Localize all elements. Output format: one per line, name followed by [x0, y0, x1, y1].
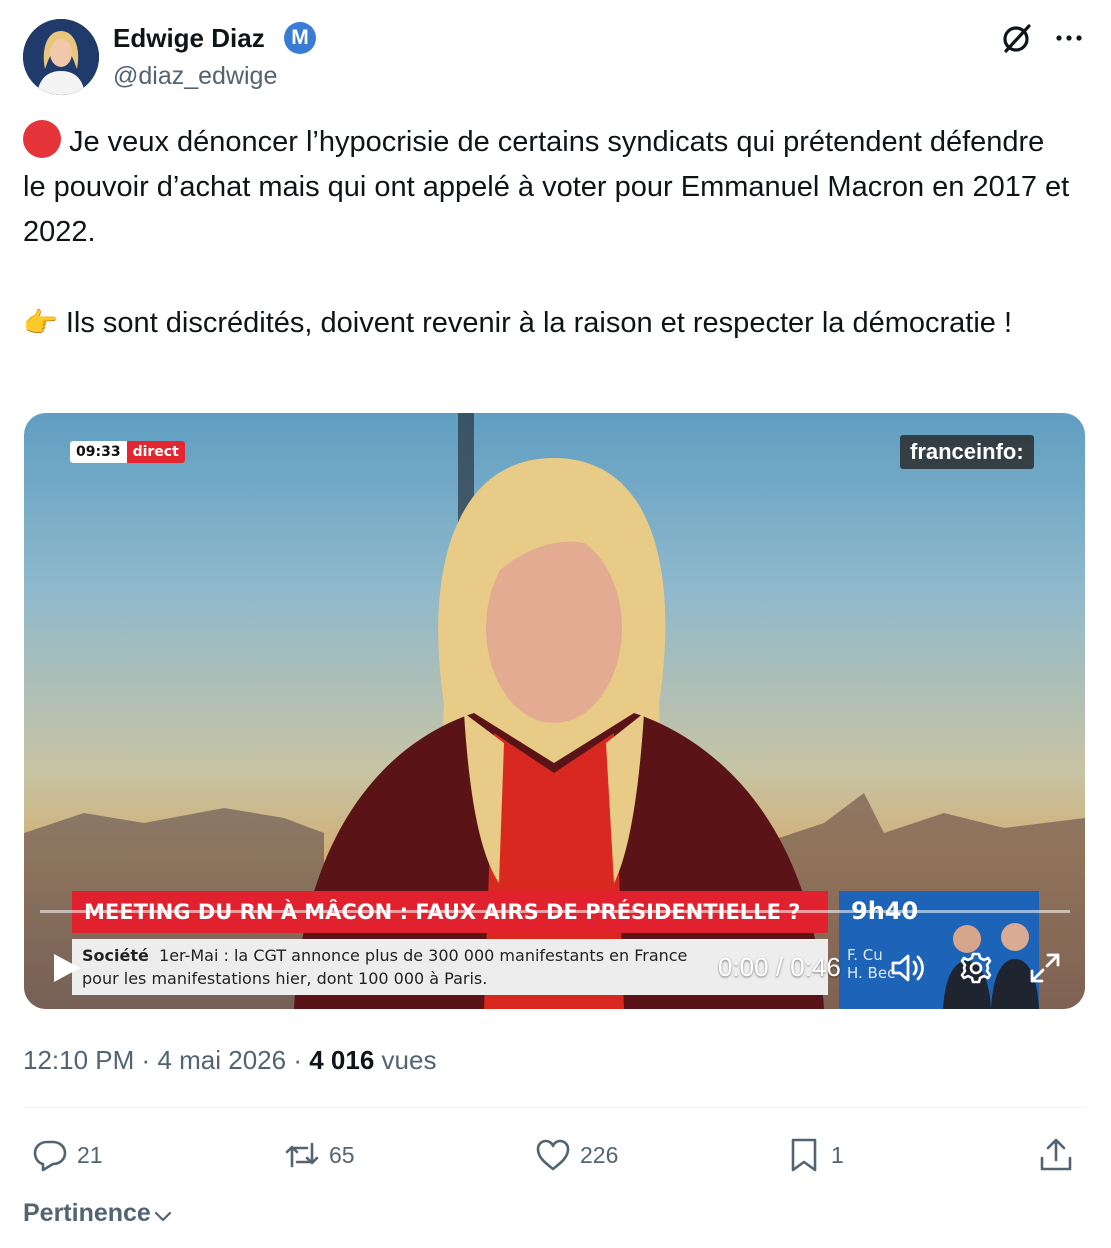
chevron-down-icon	[154, 1211, 171, 1222]
live-label: direct	[126, 441, 185, 463]
tweet-paragraph-1: Je veux dénoncer l’hypocrisie de certain…	[23, 120, 1073, 255]
author-handle[interactable]: @diaz_edwige	[113, 60, 277, 92]
settings-gear-icon[interactable]	[958, 950, 994, 986]
bookmark-count: 1	[831, 1141, 844, 1168]
presenters-names: F. Cu H. Bec	[847, 946, 895, 982]
views-label: vues	[381, 1045, 437, 1075]
channel-logo: franceinfo:	[900, 435, 1034, 469]
like-count: 226	[580, 1141, 619, 1168]
ticker-category: Société	[82, 946, 149, 965]
author-name[interactable]: Edwige Diaz	[113, 22, 265, 54]
bookmark-button[interactable]: 1	[785, 1135, 844, 1175]
avatar[interactable]	[23, 19, 99, 95]
reply-count: 21	[77, 1141, 103, 1168]
program-box: 9h40 F. Cu H. Bec	[839, 891, 1039, 1009]
video-timecode: 0:00 / 0:46	[718, 952, 841, 982]
repost-icon	[285, 1142, 319, 1168]
video-ticker: Société 1er-Mai : la CGT annonce plus de…	[72, 939, 828, 995]
fullscreen-icon[interactable]	[1028, 951, 1062, 985]
heart-icon	[536, 1139, 570, 1171]
divider	[23, 1107, 1086, 1108]
share-button[interactable]	[1037, 1135, 1083, 1175]
pointing-hand-emoji: 👉	[23, 307, 58, 338]
like-button[interactable]: 226	[534, 1135, 618, 1175]
repost-count: 65	[329, 1141, 355, 1168]
views-count: 4 016	[309, 1045, 375, 1075]
separator: ·	[141, 1045, 151, 1075]
tweet-paragraph-2: 👉 Ils sont discrédités, doivent revenir à…	[23, 300, 1073, 346]
clock-time: 09:33	[70, 441, 127, 463]
post-date[interactable]: 4 mai 2026	[157, 1045, 286, 1075]
presenter-name-2: H. Bec	[847, 964, 896, 982]
profile-photo	[23, 19, 99, 95]
tweet-text: Je veux dénoncer l’hypocrisie de certain…	[23, 120, 1073, 346]
presenter-name-1: F. Cu	[847, 946, 883, 964]
repost-button[interactable]: 65	[283, 1135, 355, 1175]
post-time[interactable]: 12:10 PM	[23, 1045, 134, 1075]
tweet-paragraph-2-text: Ils sont discrédités, doivent revenir à …	[65, 307, 1013, 339]
tweet-paragraph-1-text: Je veux dénoncer l’hypocrisie de certain…	[23, 126, 1070, 248]
sort-label: Pertinence	[23, 1199, 151, 1227]
reply-button[interactable]: 21	[31, 1135, 103, 1175]
volume-icon[interactable]	[890, 951, 926, 985]
separator: ·	[293, 1045, 302, 1075]
more-icon[interactable]	[1053, 24, 1085, 52]
red-circle-icon	[23, 120, 61, 158]
video-player[interactable]: 09:33 direct franceinfo: MEETING DU RN À…	[24, 413, 1085, 1009]
sort-dropdown[interactable]: Pertinence	[23, 1197, 173, 1229]
share-icon	[1040, 1138, 1072, 1171]
reply-icon	[33, 1140, 67, 1172]
tweet-metadata: 12:10 PM · 4 mai 2026 · 4 016 vues	[23, 1042, 436, 1078]
live-clock: 09:33 direct	[70, 441, 185, 463]
video-progress-bar[interactable]	[40, 910, 1070, 913]
play-icon[interactable]	[50, 951, 82, 985]
bookmark-icon	[791, 1138, 817, 1172]
grok-icon[interactable]	[1000, 21, 1034, 55]
ticker-line-2: pour les manifestations hier, dont 100 0…	[82, 969, 488, 988]
ticker-line-1: 1er-Mai : la CGT annonce plus de 300 000…	[159, 946, 688, 965]
verified-badge[interactable]: M	[284, 22, 316, 54]
